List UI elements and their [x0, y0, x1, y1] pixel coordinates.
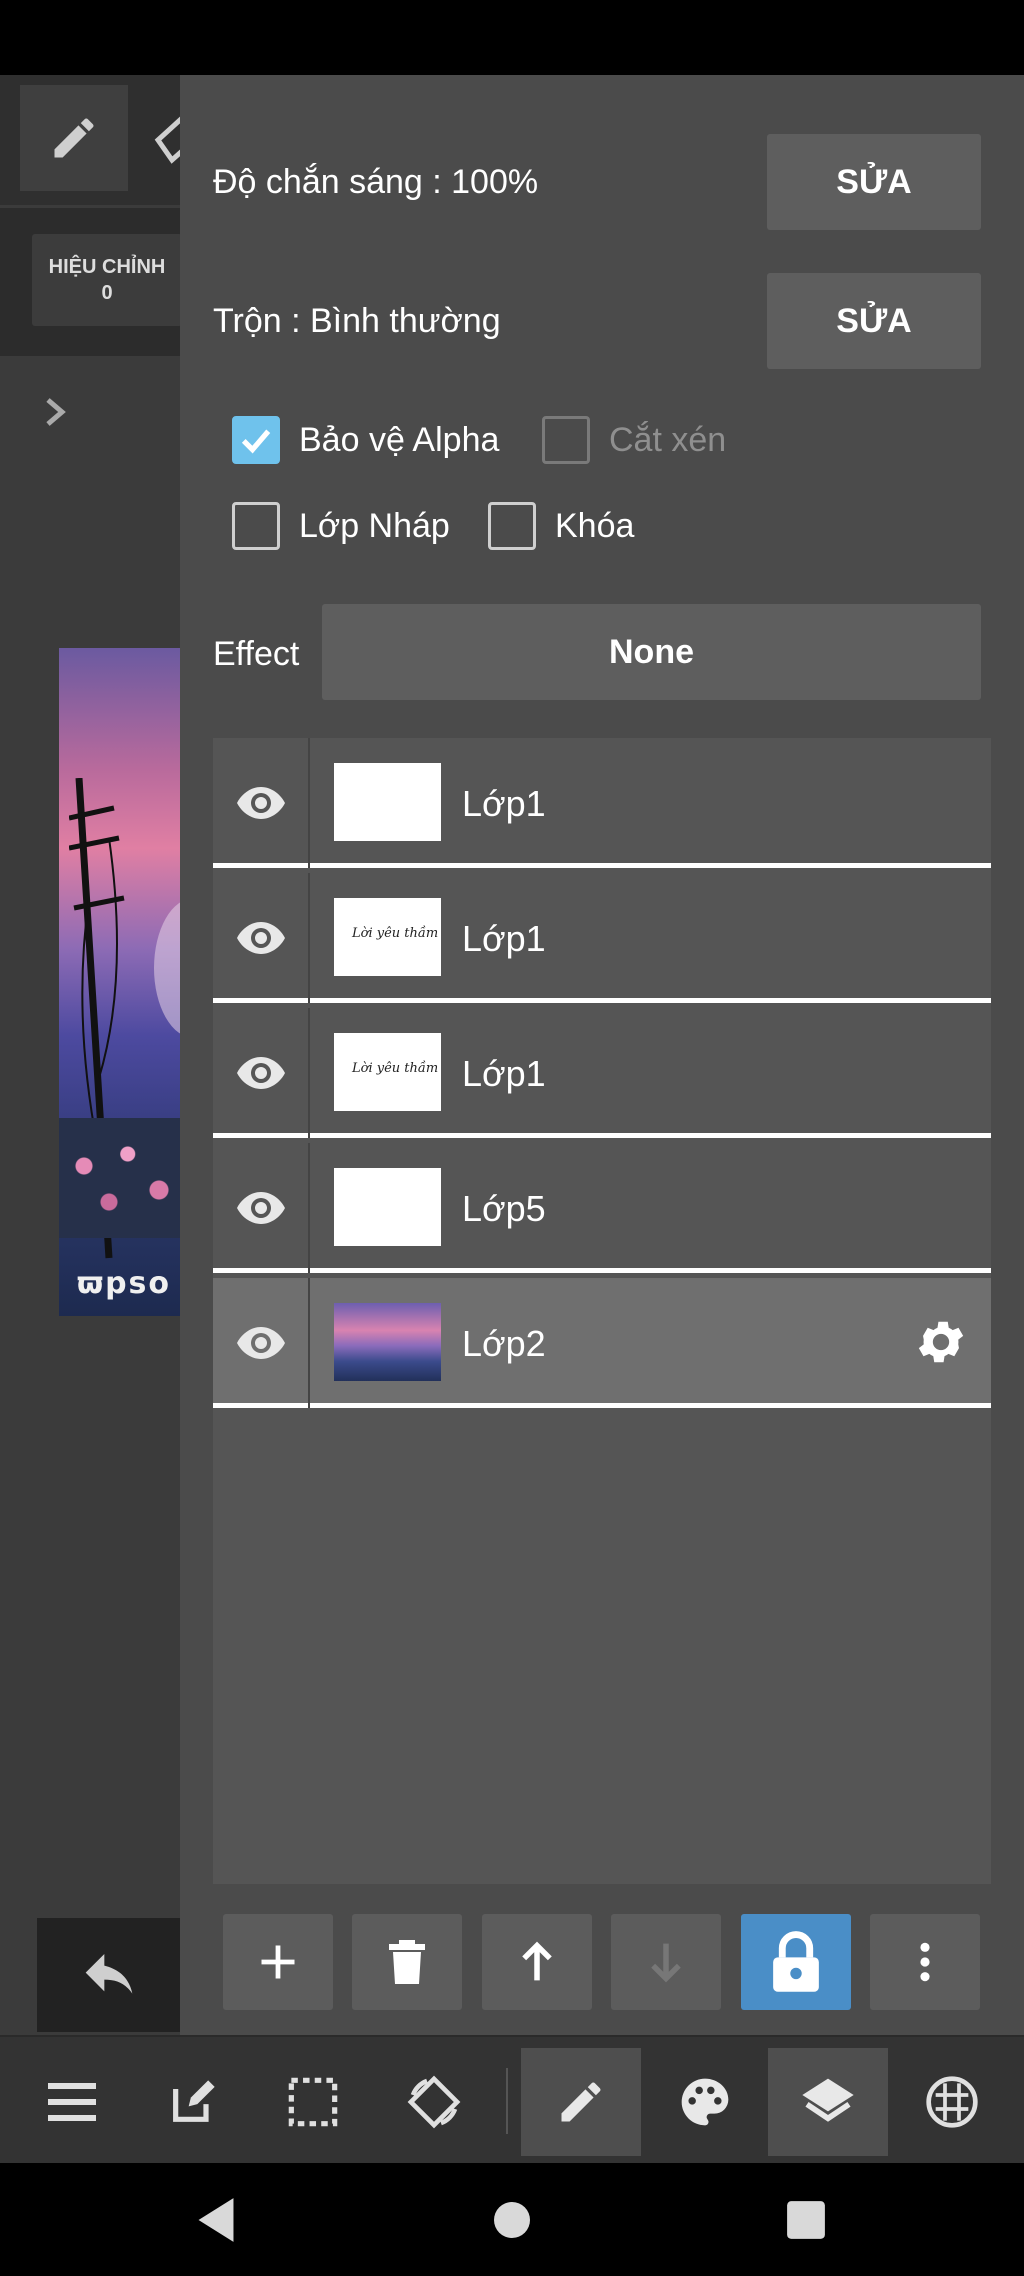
home-button[interactable] [482, 2190, 542, 2250]
edit-canvas-button[interactable] [133, 2048, 253, 2156]
layers-icon [802, 2078, 854, 2122]
more-vert-icon [920, 1942, 930, 1982]
eye-icon [236, 922, 285, 954]
back-button[interactable] [186, 2190, 246, 2250]
canvas-image[interactable]: ϖpso [59, 648, 184, 1316]
edit-icon [173, 2080, 215, 2122]
pencil-icon [54, 118, 94, 158]
clipping-label: Cắt xén [609, 421, 727, 459]
layer-row[interactable]: Lớp1 [213, 738, 991, 868]
color-tab[interactable] [645, 2048, 765, 2156]
palette-icon [681, 2078, 729, 2126]
undo-button[interactable] [37, 1918, 181, 2032]
scene-thumbnail [334, 1303, 441, 1381]
recents-button[interactable] [776, 2190, 836, 2250]
layer-name: Lớp1 [462, 1053, 546, 1094]
menu-button[interactable] [12, 2048, 132, 2156]
thumbnail-script-text: Lời yêu thầm [352, 926, 439, 941]
visibility-toggle[interactable] [213, 1008, 310, 1138]
brush-icon [561, 2082, 601, 2122]
material-tab[interactable] [892, 2048, 1012, 2156]
eye-icon [236, 1327, 285, 1359]
blend-edit-button[interactable]: SỬA [767, 273, 981, 369]
arrow-down-icon [651, 1943, 681, 1983]
eye-icon [236, 1192, 285, 1224]
effect-select-button[interactable]: None [322, 604, 981, 700]
add-layer-button[interactable] [223, 1914, 333, 2010]
move-layer-down-button[interactable] [611, 1914, 721, 2010]
recents-square-icon [787, 2201, 825, 2239]
undo-icon [85, 1954, 133, 1994]
layer-settings-button[interactable] [913, 1314, 969, 1370]
more-options-button[interactable] [870, 1914, 980, 2010]
layer-name: Lớp5 [462, 1188, 546, 1229]
eye-icon [236, 787, 285, 819]
adjust-button[interactable]: HIỆU CHỈNH 0 [32, 234, 182, 326]
gear-icon [918, 1321, 964, 1363]
arrow-up-icon [522, 1941, 552, 1981]
rotate-canvas-button[interactable] [374, 2048, 494, 2156]
chevron-right-icon[interactable] [40, 392, 70, 432]
layer-thumbnail: Lời yêu thầm [334, 1033, 441, 1111]
layer-row[interactable]: Lời yêu thầm Lớp1 [213, 1008, 991, 1138]
lock-icon [773, 1931, 819, 1992]
rotate-icon [407, 2075, 461, 2129]
back-triangle-icon [198, 2198, 234, 2242]
eye-icon [236, 1057, 285, 1089]
move-layer-up-button[interactable] [482, 1914, 592, 2010]
draft-layer-label: Lớp Nháp [299, 507, 450, 545]
thumbnail-script-text: Lời yêu thầm [352, 1061, 439, 1076]
blend-label: Trộn : Bình thường [213, 302, 501, 340]
status-bar [0, 0, 1024, 75]
layer-row[interactable]: Lời yêu thầm Lớp1 [213, 873, 991, 1003]
layer-row[interactable]: Lớp5 [213, 1143, 991, 1273]
visibility-toggle[interactable] [213, 873, 310, 1003]
layer-thumbnail [334, 1303, 441, 1381]
lock-layer-button[interactable] [741, 1914, 851, 2010]
lock-label: Khóa [555, 507, 635, 545]
adjust-label: HIỆU CHỈNH [48, 256, 166, 278]
lock-checkbox[interactable] [488, 502, 536, 550]
alpha-protect-label: Bảo vệ Alpha [299, 421, 500, 459]
layer-name: Lớp1 [462, 918, 546, 959]
layer-row-selected[interactable]: Lớp2 [213, 1278, 991, 1408]
selection-icon [288, 2077, 338, 2127]
menu-icon [48, 2083, 96, 2121]
layer-list: Lớp1 Lời yêu thầm Lớp1 Lời yêu thầm Lớp1… [213, 738, 991, 1884]
check-icon [241, 429, 271, 454]
layer-thumbnail [334, 1168, 441, 1246]
add-icon [261, 1945, 295, 1979]
draft-layer-checkbox[interactable] [232, 502, 280, 550]
visibility-toggle[interactable] [213, 1278, 310, 1408]
opacity-label: Độ chắn sáng : 100% [213, 163, 539, 201]
layers-tab[interactable] [768, 2048, 888, 2156]
layer-name: Lớp2 [462, 1323, 546, 1364]
nav-separator [506, 2068, 508, 2134]
pencil-tool-button[interactable] [20, 85, 128, 191]
opacity-edit-button[interactable]: SỬA [767, 134, 981, 230]
visibility-toggle[interactable] [213, 1143, 310, 1273]
grid-icon [926, 2076, 978, 2128]
layer-thumbnail [334, 763, 441, 841]
adjust-value: 0 [101, 282, 113, 304]
layer-name: Lớp1 [462, 783, 546, 824]
flowers-graphic [59, 1118, 184, 1238]
effect-label: Effect [213, 635, 300, 673]
selection-button[interactable] [253, 2048, 373, 2156]
alpha-protect-checkbox[interactable] [232, 416, 280, 464]
delete-layer-button[interactable] [352, 1914, 462, 2010]
visibility-toggle[interactable] [213, 738, 310, 868]
layer-thumbnail: Lời yêu thầm [334, 898, 441, 976]
watermark-text: ϖpso [77, 1266, 172, 1301]
home-circle-icon [494, 2202, 530, 2238]
clipping-checkbox [542, 416, 590, 464]
trash-icon [389, 1940, 425, 1984]
brush-tab[interactable] [521, 2048, 641, 2156]
